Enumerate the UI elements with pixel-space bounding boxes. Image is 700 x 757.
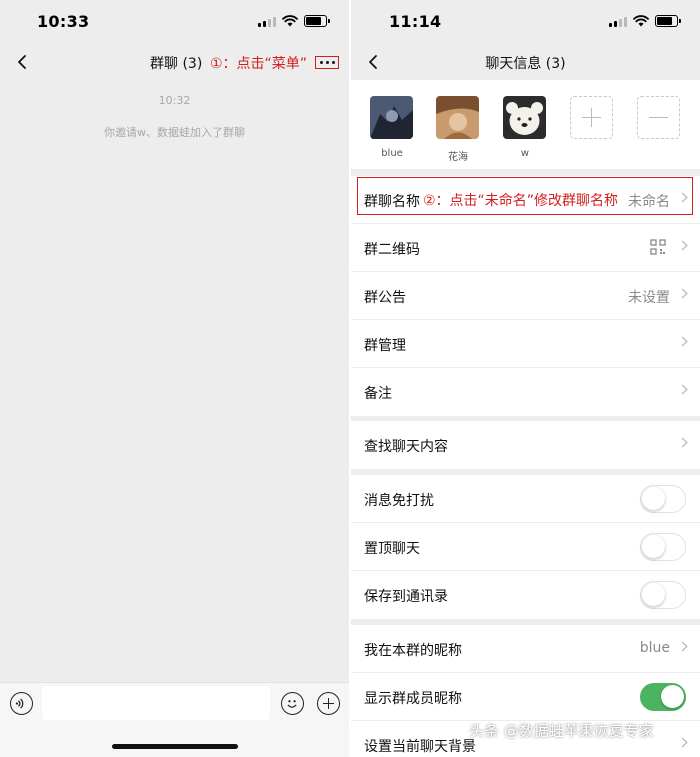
row-label: 查找聊天内容 xyxy=(364,439,448,455)
member-w[interactable]: w xyxy=(503,96,547,159)
wifi-icon xyxy=(282,15,298,27)
search-history-row[interactable]: 查找聊天内容 xyxy=(351,421,700,469)
row-label: 保存到通讯录 xyxy=(364,589,448,605)
row-value: 未设置 xyxy=(628,290,670,306)
message-input[interactable] xyxy=(42,686,270,720)
nav-bar: 群聊 (3) ①：点击“菜单” xyxy=(0,44,349,80)
signal-icon xyxy=(258,16,276,27)
status-time: 10:33 xyxy=(37,12,90,31)
chevron-right-icon xyxy=(677,240,688,251)
chat-title: 群聊 (3) xyxy=(150,56,203,72)
chevron-right-icon xyxy=(677,384,688,395)
row-value: blue xyxy=(639,640,670,656)
system-message: 你邀请w、数据蛙加入了群聊 xyxy=(104,126,245,139)
member-grid: blue 花海 w xyxy=(351,80,700,169)
row-label: 消息免打扰 xyxy=(364,493,434,509)
row-label: 群公告 xyxy=(364,290,406,306)
avatar xyxy=(436,96,479,139)
chevron-right-icon xyxy=(677,288,688,299)
signal-icon xyxy=(609,16,627,27)
status-bar: 10:33 xyxy=(0,0,349,44)
toggle-group: 消息免打扰 置顶聊天 保存到通讯录 xyxy=(351,475,700,619)
status-icons xyxy=(258,15,330,27)
chat-info-screen: 11:14 聊天信息 (3) blue 花海 w 群聊名称 未命名 群二维码 群… xyxy=(351,0,700,757)
search-group: 查找聊天内容 xyxy=(351,421,700,469)
member-blue[interactable]: blue xyxy=(370,96,414,159)
member-name: w xyxy=(520,148,530,159)
save-contacts-row: 保存到通讯录 xyxy=(351,571,700,619)
add-member-button[interactable] xyxy=(570,96,613,139)
status-bar: 11:14 xyxy=(351,0,700,44)
member-huahai[interactable]: 花海 xyxy=(436,96,480,163)
battery-icon xyxy=(304,15,330,27)
wifi-icon xyxy=(633,15,649,27)
chat-timestamp: 10:32 xyxy=(158,94,191,107)
voice-icon[interactable] xyxy=(10,692,33,715)
back-icon[interactable] xyxy=(14,53,32,71)
status-icons xyxy=(609,15,681,27)
row-label: 我在本群的昵称 xyxy=(364,643,462,659)
step2-annotation: ②：点击“未命名”修改群聊名称 xyxy=(423,190,619,210)
avatar xyxy=(370,96,413,139)
pin-toggle[interactable] xyxy=(640,533,686,561)
chevron-right-icon xyxy=(677,641,688,652)
chevron-right-icon xyxy=(677,437,688,448)
member-name: 花海 xyxy=(448,152,468,163)
remove-member-button[interactable] xyxy=(637,96,680,139)
chat-screen: 10:33 群聊 (3) ①：点击“菜单” 10:32 你邀请w、数据蛙加入了群… xyxy=(0,0,349,757)
add-attachment-icon[interactable] xyxy=(317,692,340,715)
battery-icon xyxy=(655,15,681,27)
manage-row[interactable]: 群管理 xyxy=(351,320,700,368)
avatar xyxy=(503,96,546,139)
row-label: 设置当前聊天背景 xyxy=(364,739,476,755)
row-label: 群管理 xyxy=(364,338,406,354)
row-label: 群二维码 xyxy=(364,242,420,258)
member-name: blue xyxy=(381,148,403,159)
watermark: 头条 @数据蛙苹果恢复专家 xyxy=(469,722,654,740)
status-time: 11:14 xyxy=(389,12,442,31)
show-nicknames-toggle[interactable] xyxy=(640,683,686,711)
row-label: 显示群成员昵称 xyxy=(364,691,462,707)
row-label: 置顶聊天 xyxy=(364,541,420,557)
qrcode-row[interactable]: 群二维码 xyxy=(351,224,700,272)
my-nickname-row[interactable]: 我在本群的昵称 blue xyxy=(351,625,700,673)
pin-row: 置顶聊天 xyxy=(351,523,700,571)
qrcode-icon xyxy=(650,239,666,255)
chevron-right-icon xyxy=(677,737,688,748)
nav-bar: 聊天信息 (3) xyxy=(351,44,700,80)
mute-toggle[interactable] xyxy=(640,485,686,513)
step1-annotation: ①：点击“菜单” xyxy=(210,56,308,72)
home-indicator xyxy=(112,744,238,749)
save-contacts-toggle[interactable] xyxy=(640,581,686,609)
page-title: 聊天信息 (3) xyxy=(485,56,566,72)
row-label: 备注 xyxy=(364,386,392,402)
notice-row[interactable]: 群公告 未设置 xyxy=(351,272,700,320)
mute-row: 消息免打扰 xyxy=(351,475,700,523)
show-nicknames-row: 显示群成员昵称 xyxy=(351,673,700,721)
chevron-right-icon xyxy=(677,336,688,347)
more-menu-button[interactable] xyxy=(315,56,339,69)
emoji-icon[interactable] xyxy=(281,692,304,715)
remark-row[interactable]: 备注 xyxy=(351,368,700,416)
